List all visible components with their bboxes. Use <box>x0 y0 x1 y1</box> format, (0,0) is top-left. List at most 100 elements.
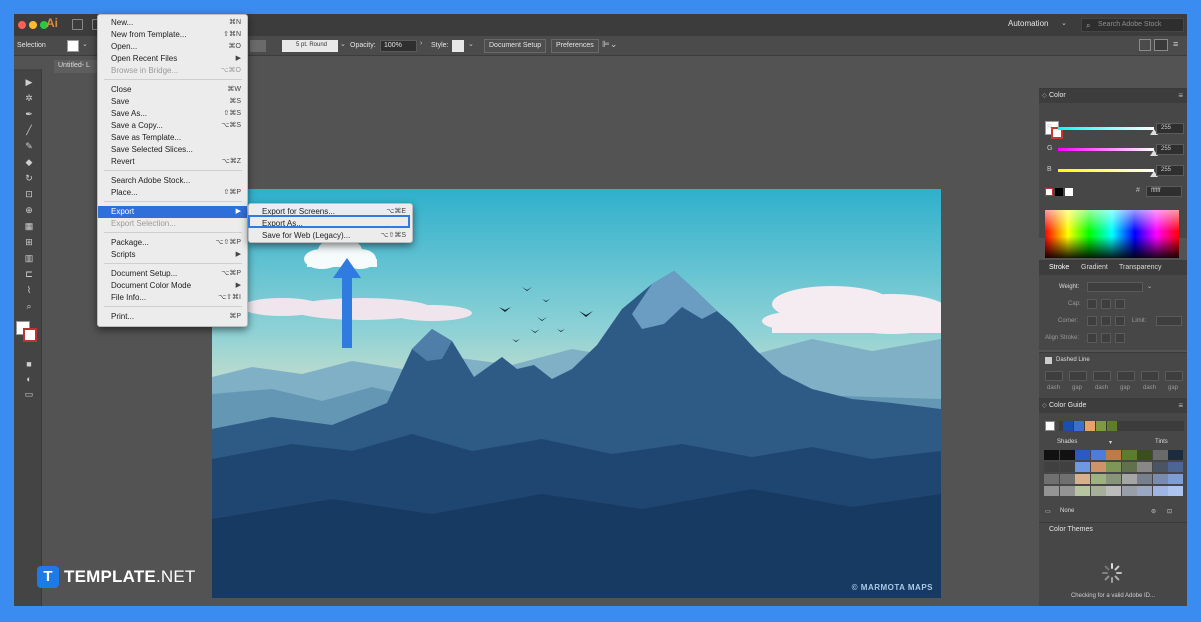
file-menu-item-close[interactable]: Close ⌘W <box>98 84 247 96</box>
file-menu-item-open[interactable]: Open... ⌘O <box>98 41 247 53</box>
preferences-button[interactable]: Preferences <box>551 39 599 53</box>
file-menu-item-print[interactable]: Print... ⌘P <box>98 311 247 323</box>
color-variation-swatch[interactable] <box>1137 474 1152 484</box>
r-value-input[interactable]: 255 <box>1156 123 1184 134</box>
chevron-down-icon[interactable]: ▾ <box>1109 439 1112 446</box>
eraser-icon[interactable]: ◆ <box>23 157 35 167</box>
round-cap-button[interactable] <box>1101 299 1111 309</box>
workspace-switcher[interactable]: Automation <box>1008 19 1048 28</box>
color-variation-swatch[interactable] <box>1044 450 1059 460</box>
panel-menu-icon[interactable]: ≡ <box>1178 91 1183 100</box>
file-menu-item-save-as[interactable]: Save As... ⇧⌘S <box>98 108 247 120</box>
harmony-swatch[interactable] <box>1096 421 1106 431</box>
color-spectrum[interactable] <box>1045 210 1179 258</box>
stroke-weight-field[interactable] <box>250 40 266 52</box>
search-adobe-stock-input[interactable]: ⌕ Search Adobe Stock <box>1081 18 1184 32</box>
paintbrush-icon[interactable]: ✎ <box>23 141 35 151</box>
file-menu-item-file-info[interactable]: File Info... ⌥⇧⌘I <box>98 292 247 304</box>
file-menu-item-search-adobe-stock[interactable]: Search Adobe Stock... <box>98 175 247 187</box>
color-variation-swatch[interactable] <box>1168 486 1183 496</box>
color-variation-swatch[interactable] <box>1090 462 1106 472</box>
color-variation-swatch[interactable] <box>1121 450 1137 460</box>
color-variation-swatch[interactable] <box>1121 462 1137 472</box>
export-menu-item-export-as[interactable]: Export As... <box>249 218 412 230</box>
color-variation-swatch[interactable] <box>1106 462 1121 472</box>
brush-definition-dropdown[interactable]: 5 pt. Round <box>282 40 338 52</box>
export-menu-item-export-for-screens[interactable]: Export for Screens... ⌥⌘E <box>249 206 412 218</box>
hex-input[interactable]: ffffff <box>1146 186 1182 197</box>
line-tool-icon[interactable]: ╱ <box>23 125 35 135</box>
file-menu-item-scripts[interactable]: Scripts ▶ <box>98 249 247 261</box>
color-guide-title[interactable]: ◇ Color Guide ≡ <box>1039 399 1187 413</box>
file-menu-item-export[interactable]: Export ▶ <box>98 206 247 218</box>
file-menu-item-save[interactable]: Save ⌘S <box>98 96 247 108</box>
harmony-rule-dropdown[interactable] <box>1059 421 1184 431</box>
b-value-input[interactable]: 255 <box>1156 165 1184 176</box>
color-mode-icon[interactable]: ■ <box>23 359 35 369</box>
color-variation-swatch[interactable] <box>1152 450 1168 460</box>
color-variation-swatch[interactable] <box>1106 474 1121 484</box>
export-menu-item-save-for-web-legacy[interactable]: Save for Web (Legacy)... ⌥⇧⌘S <box>249 230 412 242</box>
harmony-swatch[interactable] <box>1063 421 1073 431</box>
align-center-button[interactable] <box>1087 333 1097 343</box>
color-variation-swatch[interactable] <box>1090 474 1106 484</box>
menu-icon[interactable]: ≡ <box>1173 39 1178 49</box>
draw-mode-icon[interactable]: ◐ <box>23 374 35 384</box>
g-value-input[interactable]: 255 <box>1156 144 1184 155</box>
color-variation-swatch[interactable] <box>1059 486 1075 496</box>
black-swatch[interactable] <box>1055 188 1063 196</box>
magic-wand-icon[interactable]: ✲ <box>23 93 35 103</box>
harmony-swatch[interactable] <box>1107 421 1117 431</box>
g-slider[interactable] <box>1058 148 1154 151</box>
dash-input-1[interactable] <box>1045 371 1063 381</box>
gap-input-1[interactable] <box>1069 371 1087 381</box>
bevel-join-button[interactable] <box>1115 316 1125 326</box>
color-variation-swatch[interactable] <box>1152 486 1168 496</box>
minimize-window-button[interactable] <box>29 21 37 29</box>
harmony-swatch[interactable] <box>1074 421 1084 431</box>
color-variation-swatch[interactable] <box>1152 474 1168 484</box>
color-variation-swatch[interactable] <box>1152 462 1168 472</box>
color-variation-swatch[interactable] <box>1121 474 1137 484</box>
gradient-tool-icon[interactable]: ▦ <box>23 221 35 231</box>
bridge-icon[interactable] <box>72 19 83 30</box>
white-swatch[interactable] <box>1065 188 1073 196</box>
file-menu-item-new-from-template[interactable]: New from Template... ⇧⌘N <box>98 29 247 41</box>
color-variation-swatch[interactable] <box>1044 462 1059 472</box>
color-variation-swatch[interactable] <box>1075 486 1090 496</box>
file-menu-item-document-color-mode[interactable]: Document Color Mode ▶ <box>98 280 247 292</box>
file-menu-item-document-setup[interactable]: Document Setup... ⌥⌘P <box>98 268 247 280</box>
color-variation-swatch[interactable] <box>1137 486 1152 496</box>
color-variation-swatch[interactable] <box>1168 462 1183 472</box>
pen-tool-icon[interactable]: ✒ <box>23 109 35 119</box>
mesh-tool-icon[interactable]: ⊞ <box>23 237 35 247</box>
color-variation-swatch[interactable] <box>1075 474 1090 484</box>
weight-input[interactable] <box>1087 282 1143 292</box>
eyedropper-icon[interactable]: ⌇ <box>23 285 35 295</box>
dashed-line-checkbox[interactable] <box>1045 357 1052 364</box>
close-window-button[interactable] <box>18 21 26 29</box>
selection-tool-icon[interactable]: ▶ <box>23 77 35 87</box>
opacity-input[interactable]: 100% <box>380 40 417 52</box>
save-group-icon[interactable]: ⊡ <box>1167 508 1172 515</box>
limit-input[interactable] <box>1156 316 1182 326</box>
rotate-tool-icon[interactable]: ↻ <box>23 173 35 183</box>
gap-input-3[interactable] <box>1165 371 1183 381</box>
harmony-swatch[interactable] <box>1085 421 1095 431</box>
file-menu-item-save-a-copy[interactable]: Save a Copy... ⌥⌘S <box>98 120 247 132</box>
color-variation-swatch[interactable] <box>1059 474 1075 484</box>
chevron-down-icon[interactable]: ⌄ <box>82 40 88 48</box>
chevron-down-icon[interactable]: ⌄ <box>1147 283 1152 290</box>
artboard-mountain-illustration[interactable]: © MARMOTA MAPS <box>212 189 941 598</box>
chevron-down-icon[interactable]: ⌄ <box>468 40 474 48</box>
color-variation-swatch[interactable] <box>1044 474 1059 484</box>
screen-mode-icon[interactable]: ▭ <box>23 389 35 399</box>
stroke-color-swatch[interactable] <box>23 328 37 342</box>
color-variation-swatch[interactable] <box>1121 486 1137 496</box>
fill-swatch[interactable] <box>67 40 79 52</box>
align-inside-button[interactable] <box>1101 333 1111 343</box>
tab-stroke[interactable]: Stroke <box>1049 264 1069 271</box>
tab-gradient[interactable]: Gradient <box>1081 264 1108 271</box>
b-slider[interactable] <box>1058 169 1154 172</box>
chevron-right-icon[interactable]: › <box>420 40 422 47</box>
